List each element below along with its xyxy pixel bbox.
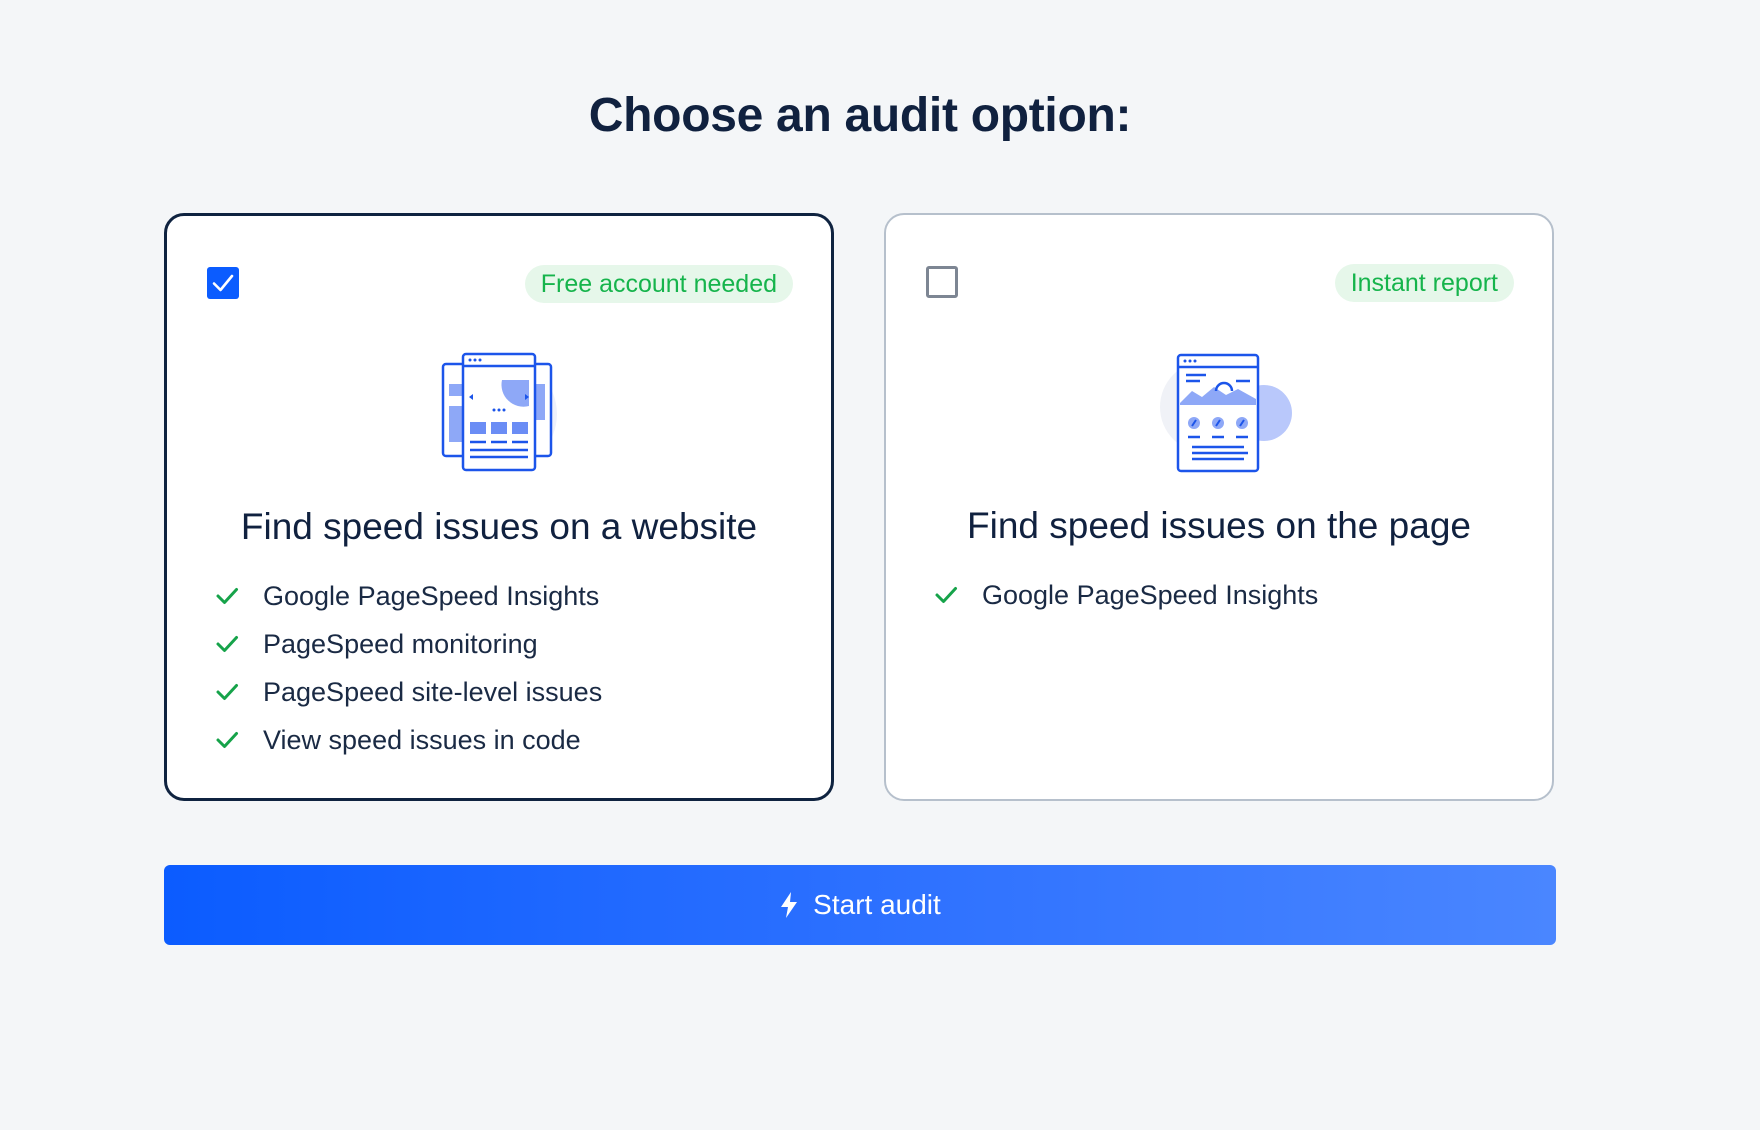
option-card-website[interactable]: Free account needed Find speed issues on… [164,213,834,801]
start-audit-button[interactable]: Start audit [164,865,1556,945]
option-title-page: Find speed issues on the page [967,505,1471,546]
checkmark-icon [935,587,957,603]
lightning-icon [781,892,798,918]
option-title-website: Find speed issues on a website [240,506,758,547]
option-checkbox-page[interactable] [926,266,958,298]
feature-item: PageSpeed site-level issues [215,668,602,716]
feature-item: View speed issues in code [215,716,602,764]
start-audit-label: Start audit [813,889,941,920]
page-title: Choose an audit option: [588,89,1132,142]
checkmark-icon [216,636,238,652]
feature-list-website: Google PageSpeed Insights PageSpeed moni… [215,572,602,764]
checkmark-icon [216,684,238,700]
website-pages-illustration [167,336,831,476]
checkmark-icon [216,588,238,604]
single-page-illustration [886,335,1552,475]
feature-item: Google PageSpeed Insights [215,572,602,620]
badge-free-account: Free account needed [524,265,793,303]
feature-item: Google PageSpeed Insights [934,571,1318,619]
feature-list-page: Google PageSpeed Insights [934,571,1318,619]
option-checkbox-website[interactable] [207,267,239,299]
badge-instant-report: Instant report [1334,264,1514,302]
feature-item: PageSpeed monitoring [215,620,602,668]
checkmark-icon [216,732,238,748]
option-card-page[interactable]: Instant report Find speed issues on the … [884,213,1554,801]
checkmark-icon [212,274,234,292]
